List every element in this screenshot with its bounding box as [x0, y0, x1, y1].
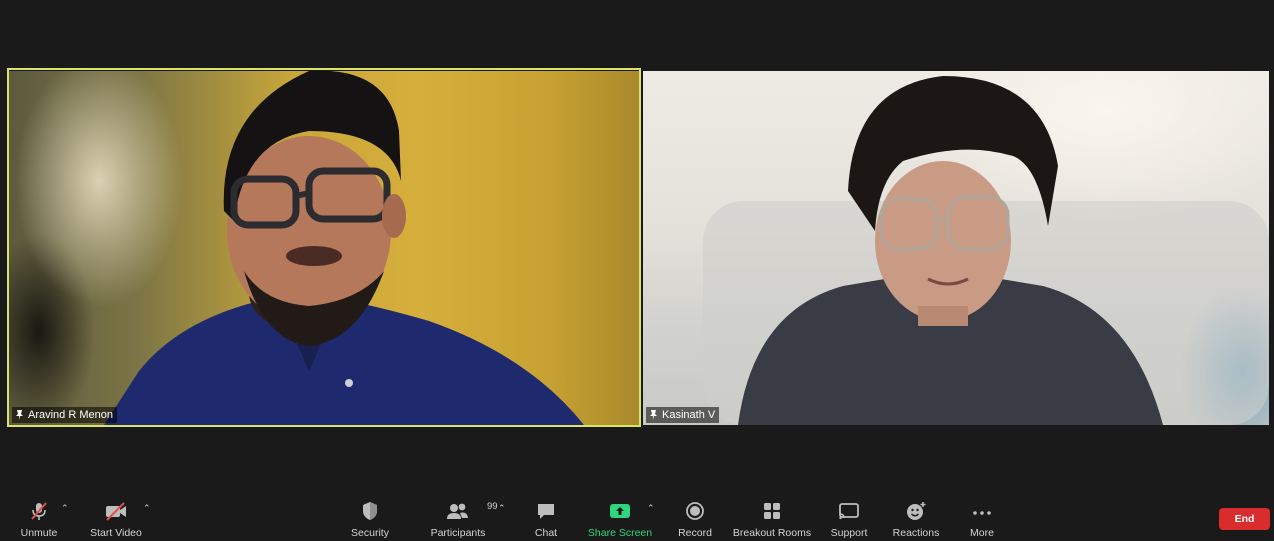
share-screen-button[interactable]: Share Screen: [588, 499, 652, 539]
unmute-label: Unmute: [20, 527, 58, 539]
reactions-label: Reactions: [892, 527, 940, 539]
security-label: Security: [351, 527, 389, 539]
start-video-button[interactable]: Start Video: [88, 499, 144, 539]
breakout-rooms-button[interactable]: Breakout Rooms: [733, 499, 811, 539]
meeting-window: Aravind R Menon Kasinath V Unmute ⌃ Star…: [0, 0, 1274, 541]
video-tile[interactable]: Kasinath V: [643, 71, 1269, 425]
participant-name: Aravind R Menon: [28, 409, 113, 421]
pin-icon: [16, 410, 23, 420]
video-tile-active-speaker[interactable]: Aravind R Menon: [9, 71, 639, 425]
participant-video-image: [104, 71, 584, 425]
participant-name-tag: Aravind R Menon: [12, 407, 117, 423]
participants-options-chevron-icon[interactable]: ⌃: [498, 503, 506, 514]
breakout-rooms-grid-icon: [762, 499, 782, 521]
breakout-rooms-label: Breakout Rooms: [732, 527, 812, 539]
meeting-toolbar: Unmute ⌃ Start Video ⌃ Security 99 Parti…: [0, 495, 1274, 541]
cast-screen-icon: [838, 499, 860, 521]
muted-microphone-icon: [29, 499, 49, 521]
participants-label: Participants: [430, 527, 486, 539]
security-button[interactable]: Security: [350, 499, 390, 539]
share-screen-icon: [609, 499, 631, 521]
participants-count-badge: 99: [487, 501, 498, 512]
shield-icon: [361, 499, 379, 521]
record-label: Record: [678, 527, 712, 539]
smiley-plus-icon: [905, 499, 927, 521]
reactions-button[interactable]: Reactions: [892, 499, 940, 539]
video-feed: [9, 71, 639, 425]
more-button[interactable]: More: [964, 499, 1000, 539]
ellipsis-icon: [972, 499, 992, 521]
share-screen-label: Share Screen: [587, 527, 653, 539]
pin-icon: [650, 410, 657, 420]
video-off-icon: [104, 499, 128, 521]
video-feed: [643, 71, 1269, 425]
support-label: Support: [830, 527, 868, 539]
record-button[interactable]: Record: [676, 499, 714, 539]
chat-bubble-icon: [536, 499, 556, 521]
participant-name-tag: Kasinath V: [646, 407, 720, 423]
participant-video-image: [703, 76, 1269, 425]
share-options-chevron-icon[interactable]: ⌃: [647, 503, 655, 514]
record-icon: [685, 499, 705, 521]
chat-button[interactable]: Chat: [532, 499, 560, 539]
video-options-chevron-icon[interactable]: ⌃: [143, 503, 151, 514]
unmute-button[interactable]: Unmute: [18, 499, 60, 539]
more-label: More: [970, 527, 994, 539]
end-meeting-button[interactable]: End: [1219, 508, 1270, 530]
participants-button[interactable]: 99 Participants: [430, 499, 498, 539]
chat-label: Chat: [534, 527, 558, 539]
participants-icon: 99: [445, 499, 498, 521]
audio-options-chevron-icon[interactable]: ⌃: [61, 503, 69, 514]
support-button[interactable]: Support: [828, 499, 870, 539]
participant-name: Kasinath V: [662, 409, 716, 421]
start-video-label: Start Video: [90, 527, 142, 539]
